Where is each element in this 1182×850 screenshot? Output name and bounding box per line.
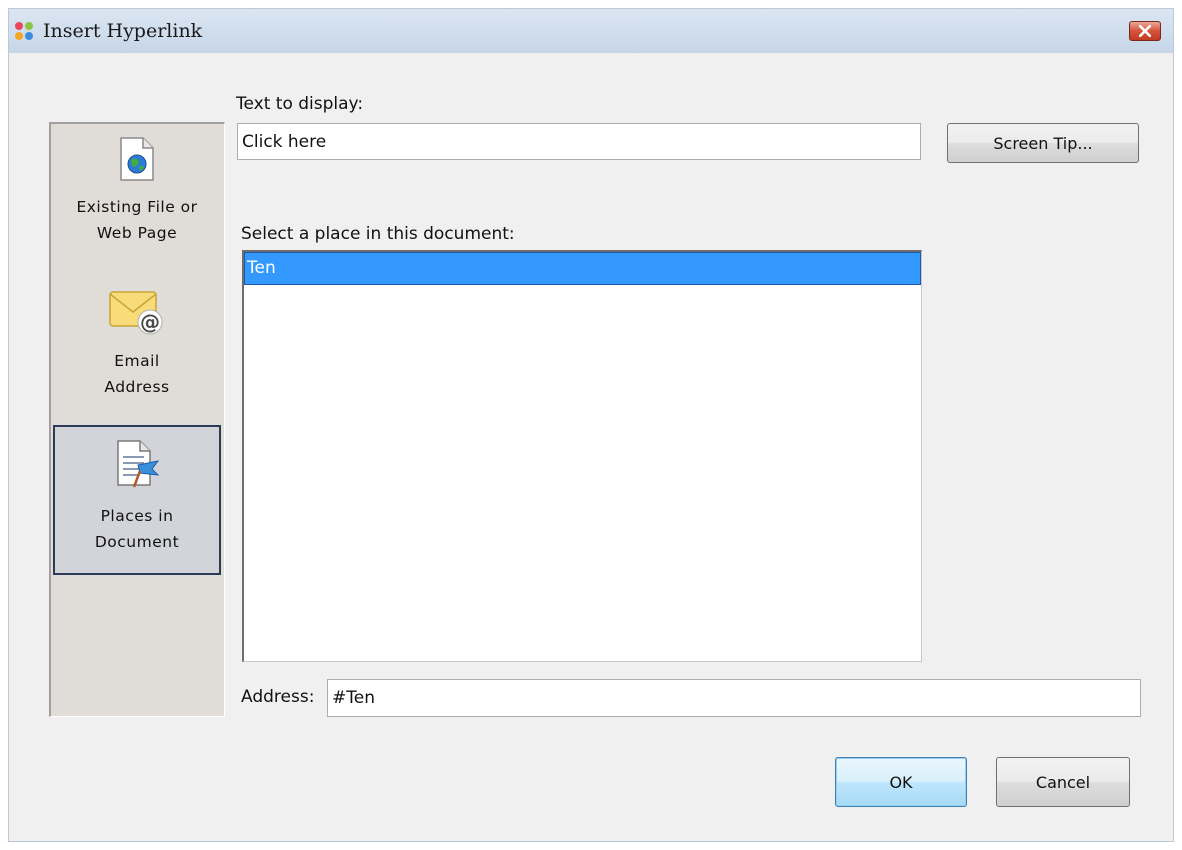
select-place-label: Select a place in this document: — [241, 224, 515, 244]
document-bookmark-icon — [117, 440, 160, 488]
close-icon — [1139, 25, 1151, 37]
sidebar-item-label: Existing File or Web Page — [76, 198, 198, 242]
sidebar-item-label: Email Address — [104, 352, 170, 396]
text-to-display-label: Text to display: — [236, 94, 364, 114]
close-button[interactable] — [1129, 21, 1161, 41]
cancel-button[interactable]: Cancel — [996, 757, 1130, 807]
list-item[interactable]: Ten — [244, 252, 921, 285]
globe-document-icon — [120, 137, 154, 181]
ok-button[interactable]: OK — [835, 757, 967, 807]
screen-tip-button[interactable]: Screen Tip... — [947, 123, 1139, 163]
svg-text:@: @ — [140, 310, 160, 334]
sidebar-item-places-in-document[interactable]: Places in Document — [53, 425, 221, 575]
dialog-title: Insert Hyperlink — [43, 20, 203, 42]
link-type-sidebar: Existing File or Web Page @ Email Addres… — [49, 122, 225, 717]
sidebar-item-label: Places in Document — [94, 507, 180, 551]
document-places-list[interactable]: Ten — [242, 250, 922, 662]
envelope-at-icon: @ — [109, 291, 163, 335]
sidebar-item-existing-file[interactable]: Existing File or Web Page — [53, 136, 221, 284]
address-label: Address: — [241, 687, 315, 707]
app-logo-icon — [15, 22, 33, 40]
address-input[interactable] — [327, 679, 1141, 717]
title-bar[interactable]: Insert Hyperlink — [9, 9, 1173, 53]
sidebar-item-email-address[interactable]: @ Email Address — [53, 288, 221, 418]
insert-hyperlink-dialog: Insert Hyperlink Existing File or Web Pa… — [8, 8, 1174, 842]
text-to-display-input[interactable] — [237, 123, 921, 160]
